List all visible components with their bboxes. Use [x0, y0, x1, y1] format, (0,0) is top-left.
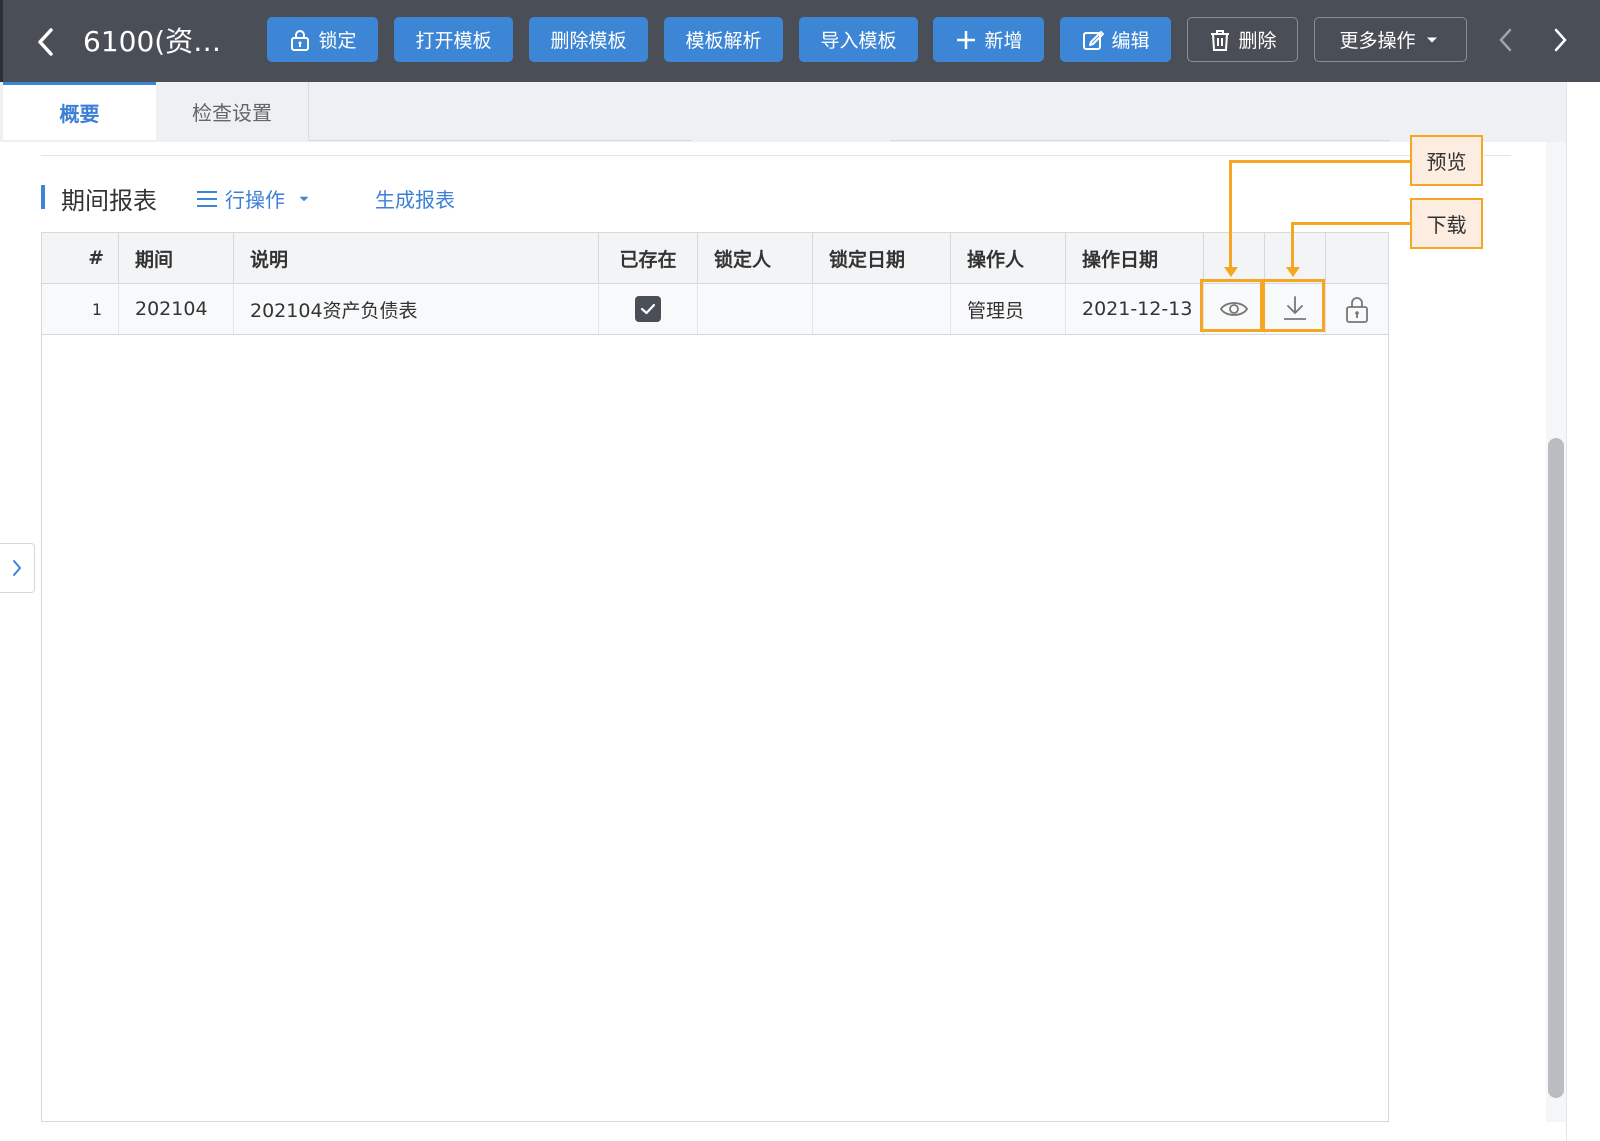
column-header-operator: 操作人: [951, 233, 1066, 283]
tab-overview[interactable]: 概要: [3, 82, 156, 140]
download-highlight: [1262, 279, 1325, 332]
chevron-right-icon: [1554, 28, 1567, 52]
preview-arrow-head: [1224, 267, 1238, 277]
cell-operator: 管理员: [951, 284, 1066, 334]
caret-down-icon: [1426, 37, 1437, 42]
preview-callout-line: [1229, 160, 1411, 163]
add-button[interactable]: 新增: [933, 17, 1044, 62]
parse-template-button[interactable]: 模板解析: [664, 17, 783, 62]
divider: [41, 155, 1511, 156]
cell-exists: [599, 284, 698, 334]
column-header-lock: [1326, 233, 1388, 283]
tab-strip-line: [309, 140, 692, 141]
more-actions-label: 更多操作: [1339, 30, 1416, 52]
row-lock-button[interactable]: [1326, 284, 1388, 334]
preview-highlight: [1200, 279, 1263, 332]
column-header-lock-date: 锁定日期: [813, 233, 951, 283]
delete-template-button[interactable]: 删除模板: [529, 17, 648, 62]
lock-button-label: 锁定: [318, 30, 357, 52]
column-header-locker: 锁定人: [698, 233, 813, 283]
tab-bar: 概要 检查设置: [0, 82, 1600, 142]
edit-button-label: 编辑: [1111, 30, 1150, 52]
row-operations-label: 行操作: [225, 188, 285, 212]
add-button-label: 新增: [984, 30, 1023, 52]
tab-check-settings[interactable]: 检查设置: [156, 82, 309, 140]
section-title: 期间报表: [61, 187, 157, 215]
column-header-description: 说明: [234, 233, 599, 283]
edit-button[interactable]: 编辑: [1060, 17, 1171, 62]
lock-icon: [291, 29, 310, 51]
column-header-index: #: [42, 233, 119, 283]
chevron-left-icon: [1499, 28, 1512, 52]
check-icon: [640, 303, 656, 315]
delete-button-label: 删除: [1238, 30, 1277, 52]
tab-strip-line: [890, 140, 1390, 141]
edit-icon: [1083, 30, 1105, 50]
lock-button[interactable]: 锁定: [267, 17, 378, 62]
download-arrow-head: [1286, 267, 1300, 277]
preview-callout-line: [1229, 160, 1232, 268]
report-table: [41, 232, 1389, 1122]
download-callout-line: [1291, 222, 1411, 225]
cell-period: 202104: [119, 284, 234, 334]
exists-checkbox[interactable]: [635, 296, 661, 322]
column-header-exists: 已存在: [599, 233, 698, 283]
row-operations-dropdown[interactable]: 行操作: [195, 184, 313, 213]
cell-lock-date: [813, 284, 951, 334]
cell-op-date: 2021-12-13: [1066, 284, 1204, 334]
lock-icon: [1346, 297, 1368, 323]
caret-down-icon: [299, 196, 309, 201]
side-panel-toggle[interactable]: [0, 543, 35, 593]
menu-icon: [197, 190, 217, 207]
parse-template-label: 模板解析: [685, 30, 762, 52]
import-template-label: 导入模板: [820, 30, 897, 52]
page-title: 6100(资…: [83, 25, 222, 58]
table-header: # 期间 说明 已存在 锁定人 锁定日期 操作人 操作日期: [41, 232, 1389, 284]
more-actions-dropdown[interactable]: 更多操作: [1314, 17, 1467, 62]
download-callout: 下载: [1410, 198, 1483, 249]
import-template-button[interactable]: 导入模板: [799, 17, 918, 62]
delete-button[interactable]: 删除: [1187, 17, 1298, 62]
chevron-right-icon: [13, 560, 22, 576]
right-gutter: [1566, 82, 1600, 1141]
cell-index: 1: [42, 284, 119, 334]
cell-locker: [698, 284, 813, 334]
generate-report-link[interactable]: 生成报表: [375, 184, 455, 213]
open-template-label: 打开模板: [415, 30, 492, 52]
column-header-period: 期间: [119, 233, 234, 283]
table-row[interactable]: 1 202104 202104资产负债表 管理员 2021-12-13: [41, 284, 1389, 335]
download-callout-line: [1291, 222, 1294, 268]
cell-description: 202104资产负债表: [234, 284, 599, 334]
preview-callout: 预览: [1410, 135, 1483, 186]
scrollbar-thumb[interactable]: [1548, 438, 1564, 1098]
chevron-left-icon: [38, 28, 53, 56]
trash-icon: [1211, 29, 1230, 51]
plus-icon: [957, 30, 976, 49]
back-button[interactable]: [31, 22, 61, 62]
prev-record-button[interactable]: [1493, 22, 1517, 58]
section-accent-bar: [41, 185, 45, 209]
open-template-button[interactable]: 打开模板: [394, 17, 513, 62]
top-toolbar: 6100(资… 锁定 打开模板 删除模板 模板解析 导入模板 新增 编辑 删除 …: [0, 0, 1600, 82]
column-header-op-date: 操作日期: [1066, 233, 1204, 283]
next-record-button[interactable]: [1549, 22, 1573, 58]
delete-template-label: 删除模板: [550, 30, 627, 52]
